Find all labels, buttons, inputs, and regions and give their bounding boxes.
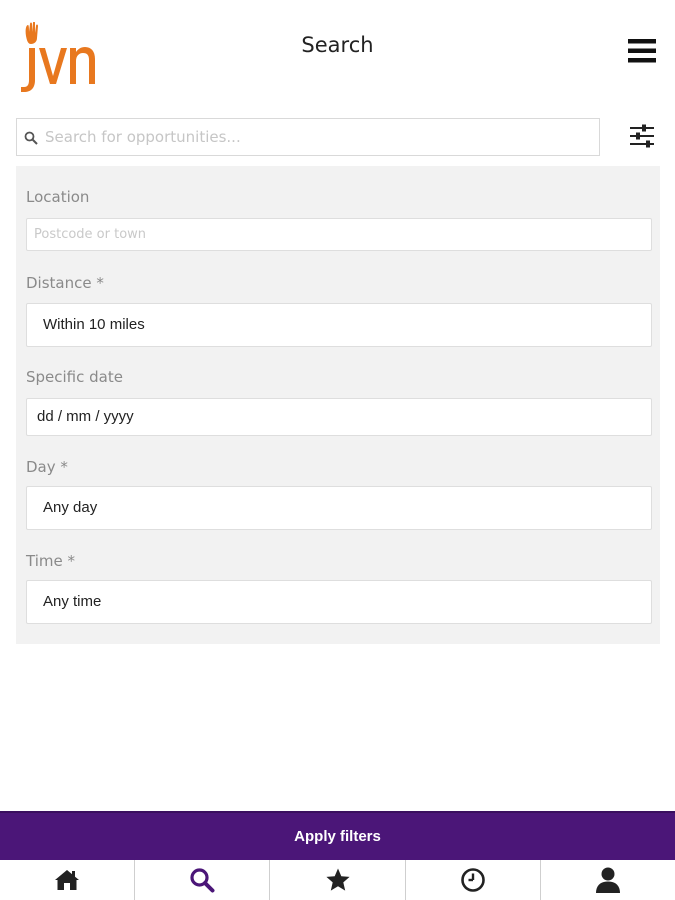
nav-home[interactable] [0,860,136,900]
nav-favourites[interactable] [270,860,406,900]
home-icon [55,870,80,890]
location-field[interactable] [26,218,652,251]
distance-label: Distance * [26,274,104,292]
day-select[interactable]: Any day [26,486,652,530]
bottom-nav [0,860,675,900]
search-input[interactable] [45,119,595,155]
star-icon [325,868,350,891]
apply-filters-button[interactable]: Apply filters [0,811,675,860]
distance-value: Within 10 miles [43,316,145,333]
day-value: Any day [43,499,98,516]
time-select[interactable]: Any time [26,580,652,624]
clock-icon [460,868,485,892]
search-row [16,118,658,156]
nav-profile[interactable] [541,860,675,900]
specific-date-input[interactable]: dd / mm / yyyy [26,398,652,436]
user-icon [595,867,620,893]
specific-date-label: Specific date [26,368,123,386]
nav-history[interactable] [406,860,541,900]
distance-select[interactable]: Within 10 miles [26,303,652,347]
app-root: Search Location Dista [0,0,675,900]
filters-panel: Location Distance * Within 10 miles Spec… [16,166,660,644]
nav-search[interactable] [135,860,271,900]
location-label: Location [26,188,90,206]
header: Search [0,0,675,105]
time-value: Any time [43,593,102,610]
day-label: Day * [26,458,68,476]
search-box[interactable] [16,118,600,156]
page-title: Search [301,33,374,57]
hamburger-menu-icon[interactable] [627,36,657,66]
search-icon [24,131,38,145]
sliders-icon[interactable] [628,122,656,150]
search-icon [190,868,215,893]
location-input[interactable] [27,219,651,250]
specific-date-value: dd / mm / yyyy [37,408,134,425]
time-label: Time * [26,552,75,570]
